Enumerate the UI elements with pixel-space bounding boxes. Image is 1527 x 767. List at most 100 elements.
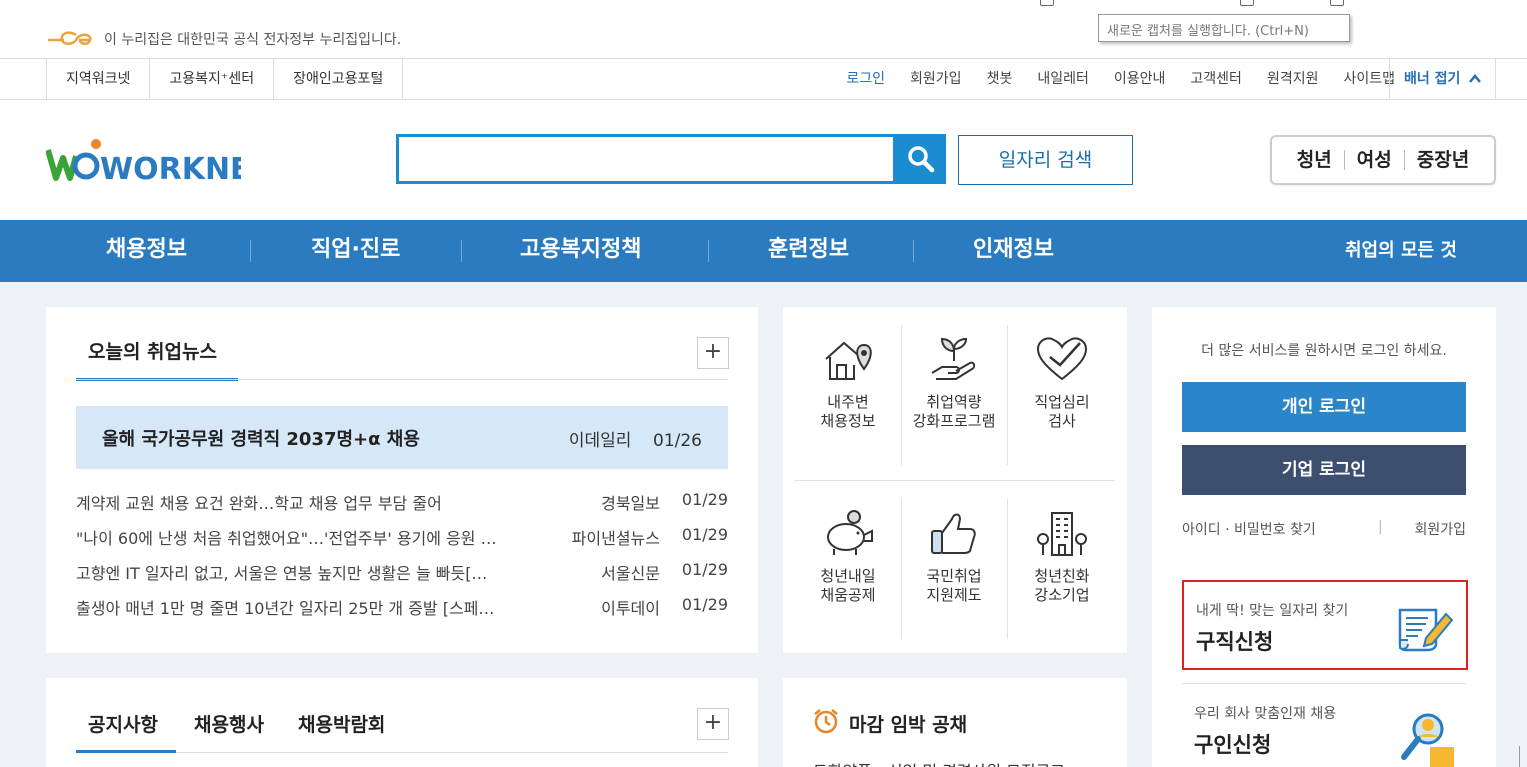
resume-pen-icon (1398, 608, 1454, 652)
nav-training[interactable]: 훈련정보 (768, 220, 849, 280)
tab-job-fair[interactable]: 채용박람회 (298, 710, 385, 737)
find-id-password-link[interactable]: 아이디 · 비밀번호 찾기 (1182, 519, 1316, 539)
building-icon (1037, 512, 1087, 556)
chatbot-link[interactable]: 챗봇 (987, 59, 1013, 99)
nav-talent[interactable]: 인재정보 (973, 220, 1054, 280)
news-title: 출생아 매년 1만 명 줄면 10년간 일자리 25만 개 증발 [스페… (76, 599, 495, 618)
service-label: 청년내일 채움공제 (820, 567, 876, 604)
news-item[interactable]: 출생아 매년 1만 명 줄면 10년간 일자리 25만 개 증발 [스페… 이투… (76, 591, 728, 621)
scrollbar-fragment (1519, 746, 1527, 767)
worknet-logo[interactable]: WORKNET (45, 136, 272, 187)
sitemap-link[interactable]: 사이트맵 (1343, 59, 1395, 99)
service-label: 청년친화 강소기업 (1034, 567, 1090, 604)
tab-notice[interactable]: 공지사항 (88, 710, 158, 737)
nav-career[interactable]: 직업·진로 (311, 220, 400, 280)
login-panel: 더 많은 서비스를 원하시면 로그인 하세요. 개인 로그인 기업 로그인 아이… (1152, 307, 1496, 767)
news-date: 01/29 (681, 560, 728, 579)
service-job-skills[interactable]: 취업역량 강화프로그램 (901, 335, 1007, 431)
news-headline[interactable]: 올해 국가공무원 경력직 2037명+α 채용 이데일리 01/26 (76, 406, 728, 469)
tab-news[interactable]: 오늘의 취업뉴스 (76, 337, 238, 381)
divider (795, 480, 1115, 481)
newsletter-link[interactable]: 내일레터 (1037, 59, 1089, 99)
headline-source: 이데일리 01/26 (569, 426, 702, 451)
notice-panel: 공지사항 채용행사 채용박람회 + (46, 678, 758, 767)
news-more-button[interactable]: + (697, 337, 729, 369)
heart-check-icon (1036, 337, 1088, 381)
nav-divider (250, 240, 251, 262)
card-title: 구인신청 (1194, 733, 1272, 757)
service-nearby-jobs[interactable]: 내주변 채용정보 (795, 335, 901, 431)
thumbs-up-icon (931, 513, 976, 554)
card-subtitle: 우리 회사 맞춤인재 채용 (1194, 706, 1337, 722)
capture-toolbar-fragment (1040, 0, 1360, 8)
gov-banner-text: 이 누리집은 대한민국 공식 전자정부 누리집입니다. (104, 32, 402, 48)
search-button[interactable] (896, 134, 946, 184)
nav-welfare-policy[interactable]: 고용복지정책 (520, 220, 641, 280)
news-item[interactable]: 계약제 교원 채용 요건 완화…학교 채용 업무 부담 줄어 경북일보 01/2… (76, 486, 728, 516)
guide-link[interactable]: 이용안내 (1114, 59, 1166, 99)
tab-middle-aged[interactable]: 중장년 (1403, 150, 1481, 170)
service-youth-savings[interactable]: 청년내일 채움공제 (795, 509, 901, 605)
nav-job-info[interactable]: 채용정보 (106, 220, 187, 280)
banner-collapse-button[interactable]: 배너 접기 (1389, 59, 1496, 99)
news-date: 01/29 (681, 490, 728, 509)
news-title: "나이 60에 난생 처음 취업했어요"…'전업주부' 용기에 응원 … (76, 529, 497, 548)
nav-divider (913, 240, 914, 262)
news-date: 01/29 (681, 595, 728, 614)
nav-divider (461, 240, 462, 262)
utility-bar: 지역워크넷 고용복지⁺센터 장애인고용포털 로그인 회원가입 챗봇 내일레터 이… (0, 58, 1527, 100)
job-seeker-apply-card[interactable]: 내게 딱! 맞는 일자리 찾기 구직신청 (1182, 580, 1468, 670)
service-national-employment[interactable]: 국민취업 지원제도 (901, 509, 1007, 605)
search-person-icon (1401, 713, 1454, 767)
news-source: 파이낸셜뉴스 (571, 529, 660, 548)
tab-women[interactable]: 여성 (1343, 150, 1404, 170)
alarm-clock-icon (814, 709, 838, 734)
service-label: 내주변 채용정보 (820, 393, 876, 430)
tab-hiring-events[interactable]: 채용행사 (194, 710, 264, 737)
gov-emblem-icon (48, 31, 92, 45)
news-item[interactable]: 고향엔 IT 일자리 없고, 서울은 연봉 높지만 생활은 늘 빠듯[… 서울신… (76, 556, 728, 586)
card-title: 구직신청 (1196, 630, 1274, 654)
divider (76, 379, 728, 380)
notice-more-button[interactable]: + (697, 708, 729, 740)
link-welfare-center[interactable]: 고용복지⁺센터 (150, 59, 275, 99)
banner-collapse-label: 배너 접기 (1404, 71, 1461, 87)
news-source: 이투데이 (601, 599, 660, 618)
chevron-up-icon (1469, 74, 1482, 83)
active-tab-indicator (76, 750, 176, 753)
tab-youth[interactable]: 청년 (1285, 150, 1344, 170)
house-location-icon (825, 341, 872, 380)
news-panel: 오늘의 취업뉴스 + 올해 국가공무원 경력직 2037명+α 채용 이데일리 … (46, 307, 758, 653)
service-label: 직업심리 검사 (1034, 393, 1090, 430)
login-message: 더 많은 서비스를 원하시면 로그인 하세요. (1201, 343, 1447, 359)
deadline-item[interactable]: 도화약품 - 신입 및 경력사원 모집공고 (813, 758, 1113, 767)
search-input[interactable] (396, 134, 896, 184)
personal-login-button[interactable]: 개인 로그인 (1182, 382, 1466, 432)
link-disabled-portal[interactable]: 장애인고용포털 (274, 59, 404, 99)
quick-services-panel: 내주변 채용정보 취업역량 강화프로그램 직업심리 검사 청년내일 채움공제 국민취업 지… (783, 307, 1127, 653)
login-link[interactable]: 로그인 (846, 59, 885, 99)
family-sites: 지역워크넷 고용복지⁺센터 장애인고용포털 (46, 59, 404, 99)
service-psych-test[interactable]: 직업심리 검사 (1009, 335, 1115, 431)
divider (1182, 683, 1466, 684)
link-local-worknet[interactable]: 지역워크넷 (47, 59, 151, 99)
service-label: 국민취업 지원제도 (926, 567, 982, 604)
service-youth-friendly-company[interactable]: 청년친화 강소기업 (1009, 509, 1115, 605)
link-separator: | (1378, 519, 1383, 535)
job-search-button[interactable]: 일자리 검색 (958, 135, 1133, 185)
company-login-button[interactable]: 기업 로그인 (1182, 445, 1466, 495)
employer-apply-card[interactable]: 우리 회사 맞춤인재 채용 구인신청 (1182, 685, 1468, 767)
customer-center-link[interactable]: 고객센터 (1190, 59, 1242, 99)
deadline-title: 마감 임박 공채 (849, 714, 968, 736)
search-icon (908, 146, 935, 173)
join-link[interactable]: 회원가입 (1414, 519, 1466, 539)
news-item[interactable]: "나이 60에 난생 처음 취업했어요"…'전업주부' 용기에 응원 … 파이낸… (76, 521, 728, 551)
worknet-logo-text: WORKNET (100, 152, 241, 184)
remote-support-link[interactable]: 원격지원 (1267, 59, 1319, 99)
signup-link[interactable]: 회원가입 (910, 59, 962, 99)
news-source: 경북일보 (601, 494, 660, 513)
nav-all-about-jobs[interactable]: 취업의 모든 것 (1345, 220, 1457, 282)
news-source: 서울신문 (601, 564, 660, 583)
deadline-panel: 마감 임박 공채 도화약품 - 신입 및 경력사원 모집공고 (783, 678, 1127, 767)
divider (1007, 499, 1008, 639)
